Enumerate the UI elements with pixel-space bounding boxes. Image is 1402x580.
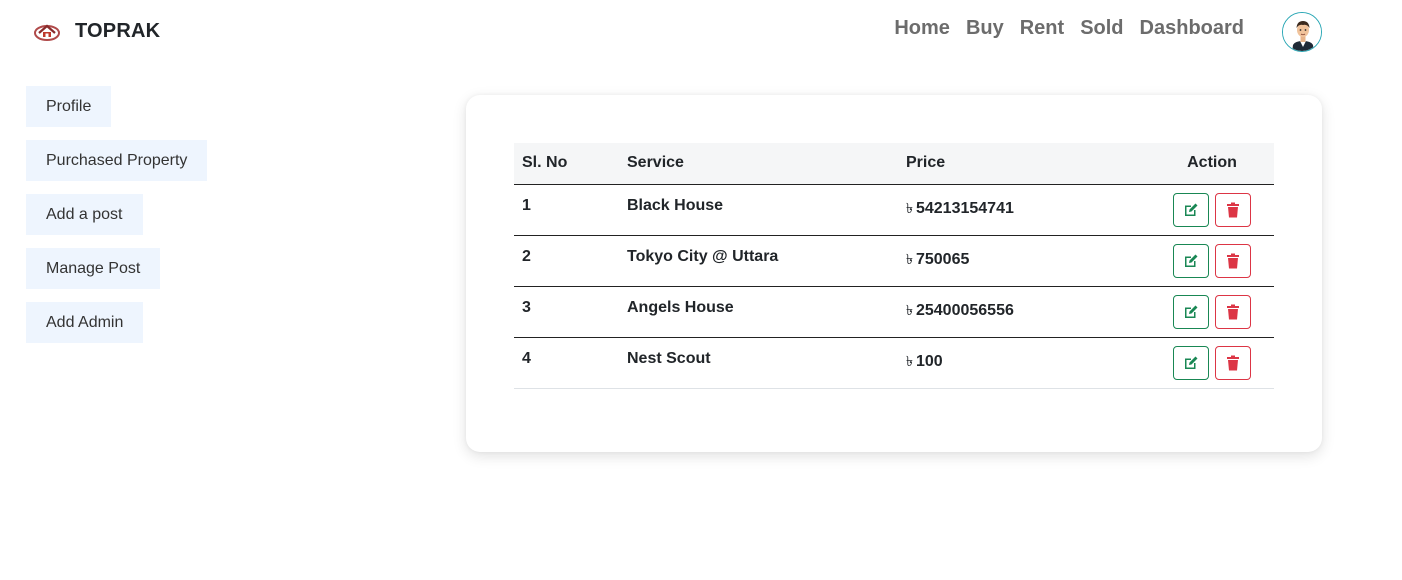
sidebar-item-purchased-property[interactable]: Purchased Property <box>26 140 208 181</box>
cell-sl: 4 <box>522 349 531 367</box>
table-row: 1 Black House ৳ 54213154741 <box>514 184 1274 235</box>
delete-button[interactable] <box>1215 345 1251 380</box>
trash-icon <box>1227 355 1239 370</box>
cell-price: ৳ 54213154741 <box>898 184 1150 235</box>
nav-links: Home Buy Rent Sold Dashboard <box>894 16 1244 40</box>
sidebar-item-manage-post[interactable]: Manage Post <box>26 248 161 289</box>
nav-link-home[interactable]: Home <box>894 16 950 40</box>
cell-sl: 2 <box>522 247 531 265</box>
trash-icon <box>1227 202 1239 217</box>
currency-symbol: ৳ <box>906 352 913 369</box>
delete-button[interactable] <box>1215 192 1251 227</box>
currency-symbol: ৳ <box>906 301 913 318</box>
sidebar-item-add-post[interactable]: Add a post <box>26 194 143 235</box>
header-sl-no: Sl. No <box>522 154 568 172</box>
table-row: 4 Nest Scout ৳ 100 <box>514 337 1274 388</box>
edit-icon <box>1185 203 1198 216</box>
cell-service: Tokyo City @ Uttara <box>627 247 779 265</box>
table-row: 3 Angels House ৳ 25400056556 <box>514 286 1274 337</box>
currency-symbol: ৳ <box>906 250 913 267</box>
brand-name: TOPRAK <box>75 19 161 42</box>
edit-button[interactable] <box>1173 243 1209 278</box>
header-price: Price <box>906 154 946 172</box>
edit-icon <box>1185 254 1198 267</box>
table-header-row: Sl. No Service Price Action <box>514 143 1274 184</box>
edit-button[interactable] <box>1173 192 1209 227</box>
trash-icon <box>1227 304 1239 319</box>
delete-button[interactable] <box>1215 243 1251 278</box>
house-logo-icon <box>34 24 60 41</box>
cell-service: Nest Scout <box>627 349 711 367</box>
services-card: Sl. No Service Price Action 1 Black Hous… <box>466 95 1322 452</box>
cell-sl: 1 <box>522 196 531 214</box>
currency-symbol: ৳ <box>906 199 913 216</box>
sidebar-item-add-admin[interactable]: Add Admin <box>26 302 144 343</box>
header-service: Service <box>627 154 684 172</box>
nav-link-dashboard[interactable]: Dashboard <box>1140 16 1244 40</box>
sidebar: Profile Purchased Property Add a post Ma… <box>26 86 208 343</box>
price-value: 54213154741 <box>915 199 1014 217</box>
avatar[interactable] <box>1282 12 1322 52</box>
price-value: 750065 <box>915 250 970 268</box>
edit-button[interactable] <box>1173 294 1209 329</box>
price-value: 100 <box>915 352 943 370</box>
cell-price: ৳ 25400056556 <box>898 286 1150 337</box>
cell-action <box>1150 235 1274 286</box>
edit-icon <box>1185 356 1198 369</box>
navbar: TOPRAK Home Buy Rent Sold Dashboard <box>0 0 1402 62</box>
edit-button[interactable] <box>1173 345 1209 380</box>
cell-action <box>1150 184 1274 235</box>
cell-sl: 3 <box>522 298 531 316</box>
cell-price: ৳ 100 <box>898 337 1150 388</box>
trash-icon <box>1227 253 1239 268</box>
brand[interactable]: TOPRAK <box>33 17 160 45</box>
user-avatar-icon <box>1283 13 1321 51</box>
sidebar-item-profile[interactable]: Profile <box>26 86 112 127</box>
edit-icon <box>1185 305 1198 318</box>
nav-link-rent[interactable]: Rent <box>1020 16 1064 40</box>
cell-service: Angels House <box>627 298 734 316</box>
price-value: 25400056556 <box>915 301 1014 319</box>
services-table: Sl. No Service Price Action 1 Black Hous… <box>514 143 1274 389</box>
delete-button[interactable] <box>1215 294 1251 329</box>
header-action: Action <box>1187 154 1237 172</box>
cell-price: ৳ 750065 <box>898 235 1150 286</box>
table-row: 2 Tokyo City @ Uttara ৳ 750065 <box>514 235 1274 286</box>
cell-action <box>1150 337 1274 388</box>
nav-link-buy[interactable]: Buy <box>966 16 1004 40</box>
nav-link-sold[interactable]: Sold <box>1080 16 1123 40</box>
cell-service: Black House <box>627 196 724 214</box>
cell-action <box>1150 286 1274 337</box>
